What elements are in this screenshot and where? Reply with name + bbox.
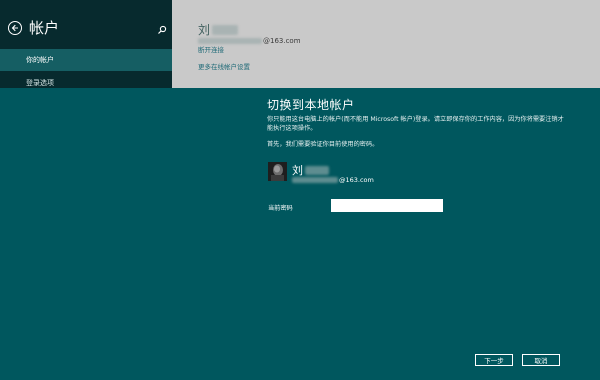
avatar [268,162,287,181]
account-user-name-text: 刘 [198,23,211,37]
dialog-verify-text: 首先，我们需要验证你目前使用的密码。 [267,141,379,148]
redacted-name [212,24,239,35]
account-user-name: 刘 [198,21,239,38]
disconnect-link[interactable]: 断开连接 [198,44,224,54]
back-arrow-icon [11,24,18,32]
next-button[interactable]: 下一步 [475,354,513,366]
search-icon[interactable] [157,25,167,35]
back-button[interactable] [8,21,22,35]
page-title: 帐户 [29,19,60,37]
settings-content [172,0,600,100]
more-online-settings-link[interactable]: 更多在线帐户设置 [198,61,250,71]
dialog-title: 切换到本地帐户 [267,98,355,112]
redacted-name [305,165,329,175]
settings-sidebar: 帐户 你的帐户 登录选项 [0,0,172,100]
redacted-email [292,177,338,183]
current-password-label: 当前密码 [268,205,293,212]
dialog-user-email: @163.com [292,176,374,184]
screen: 帐户 你的帐户 登录选项 刘 @163.com 断开连接 更多在线帐户设置 切换… [0,0,600,380]
account-email-suffix: @163.com [263,37,301,45]
user-photo-icon [268,162,287,181]
cancel-button[interactable]: 取消 [522,354,560,366]
sidebar-item-your-account[interactable]: 你的帐户 [0,49,172,71]
dialog-description: 你只能用这台电脑上的帐户(而不能用 Microsoft 帐户)登录。请立即保存你… [267,116,564,132]
settings-header: 帐户 [8,20,59,36]
switch-to-local-account-dialog: 切换到本地帐户 你只能用这台电脑上的帐户(而不能用 Microsoft 帐户)登… [0,88,600,380]
dialog-email-suffix: @163.com [339,176,374,184]
current-password-input[interactable] [331,199,443,212]
